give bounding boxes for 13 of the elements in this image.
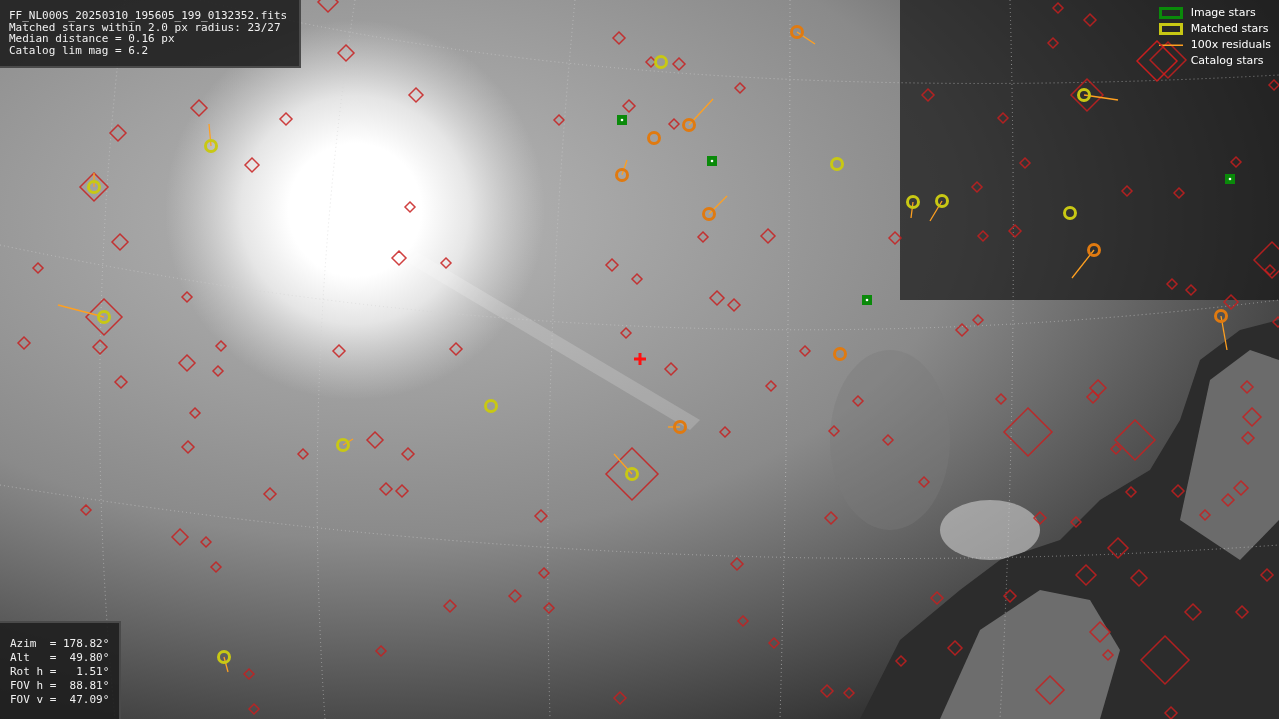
info-text: Catalog lim mag = 6.2 (9, 44, 150, 56)
pointing-text: Alt = 49.80° (10, 651, 110, 665)
pointing-text: FOV v = 47.09° (10, 693, 110, 707)
pointing-text: Azim = 178.82° (10, 637, 110, 651)
info-text: Matched stars within 2.0 px radius: 23/27 (9, 21, 281, 33)
pointing-text: FOV h = 88.81° (10, 679, 110, 693)
legend-label: Matched stars (1190, 22, 1269, 35)
pointing-text: Rot h = 1.51° (10, 665, 110, 679)
info-text: Median distance = 0.16 px (9, 33, 175, 45)
legend-label: Catalog stars (1190, 54, 1264, 67)
legend-label: 100x residuals (1190, 38, 1271, 51)
legend-label: Image stars (1190, 6, 1256, 19)
info-text: FF_NL000S_20250310_195605_199_0132352.fits (9, 10, 288, 22)
